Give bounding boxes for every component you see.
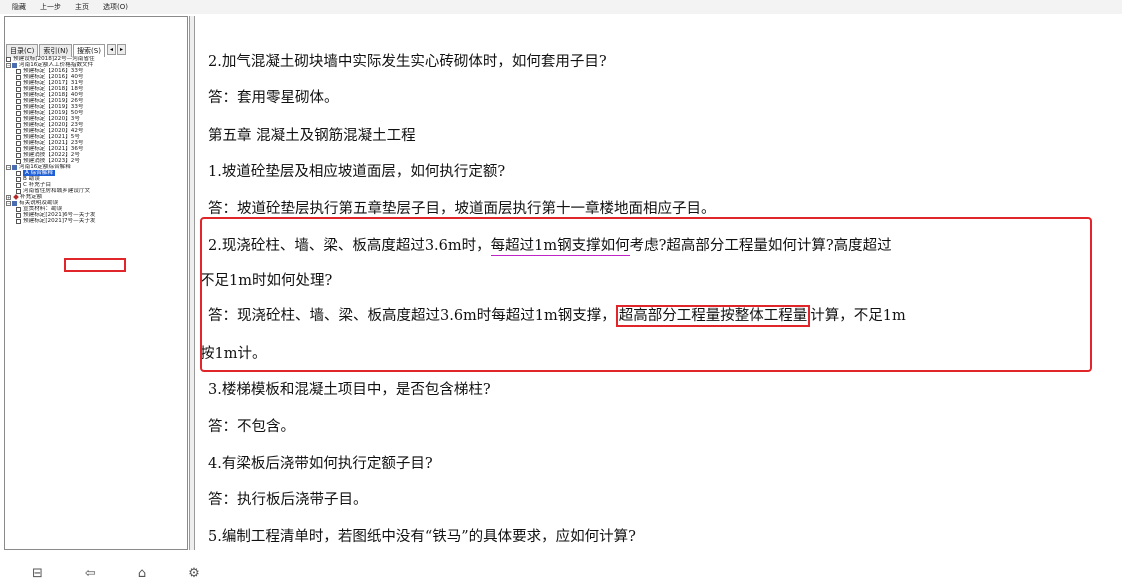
expand-icon[interactable]: − [6, 200, 11, 206]
page-icon [6, 56, 11, 62]
expand-icon[interactable]: − [6, 164, 11, 170]
page-icon [16, 140, 21, 146]
page-icon [16, 218, 21, 224]
paragraph: 答：执行板后浇带子目。 [208, 492, 368, 508]
page-icon [16, 152, 21, 158]
page-icon [16, 212, 21, 218]
page-icon [16, 68, 21, 74]
page-icon [16, 182, 21, 188]
bottom-toolbar: ⊟ ⇦ ⌂ ⚙ [0, 558, 1122, 588]
book-icon [12, 200, 17, 206]
paragraph: 答：套用零星砌体。 [208, 90, 339, 106]
page-icon [16, 122, 21, 128]
highlight-box [200, 217, 1092, 372]
page-icon [16, 104, 21, 110]
paragraph: 5.编制工程清单时，若图纸中没有“铁马”的具体要求，应如何计算? [208, 529, 636, 545]
contents-tree: 预建设标[2018]22号—河南省住 − 河南16定额人工价格指数文件 预建标定【… [6, 56, 182, 224]
options-icon[interactable]: ⚙ [188, 566, 200, 581]
selection-highlight-box [64, 258, 126, 272]
home-button[interactable]: 主页 [75, 2, 89, 12]
back-button[interactable]: 上一步 [40, 2, 61, 12]
paragraph: 3.楼梯模板和混凝土项目中，是否包含梯柱? [208, 382, 491, 398]
paragraph: 答：不包含。 [208, 419, 295, 435]
page-icon [16, 158, 21, 164]
back-icon[interactable]: ⇦ [85, 566, 96, 581]
paragraph: 答：坡道砼垫层执行第五章垫层子目，坡道面层执行第十一章楼地面相应子目。 [208, 201, 716, 217]
page-icon [16, 80, 21, 86]
diamond-icon [13, 194, 19, 200]
paragraph: 2.加气混凝土砌块墙中实际发生实心砖砌体时，如何套用子目? [208, 54, 607, 70]
expand-icon[interactable]: − [6, 62, 11, 68]
paragraph: 1.坡道砼垫层及相应坡道面层，如何执行定额? [208, 164, 506, 180]
page-icon [16, 134, 21, 140]
tab-scroll-left-icon[interactable]: ◂ [106, 44, 116, 55]
options-button[interactable]: 选项(O) [103, 2, 128, 12]
pane-splitter[interactable] [189, 16, 195, 550]
tree-item[interactable]: 预建标定[2021]7号—关于发 [6, 218, 182, 224]
home-icon[interactable]: ⌂ [138, 566, 146, 581]
page-icon [16, 86, 21, 92]
page-icon [16, 188, 21, 194]
page-icon [16, 206, 21, 212]
page-icon [16, 98, 21, 104]
section-heading: 第五章 混凝土及钢筋混凝土工程 [208, 128, 416, 144]
paragraph: 4.有梁板后浇带如何执行定额子目? [208, 456, 433, 472]
page-icon [16, 146, 21, 152]
page-icon [16, 92, 21, 98]
book-icon [12, 164, 17, 170]
hide-button[interactable]: 隐藏 [12, 2, 26, 12]
page-icon [16, 176, 21, 182]
expand-icon[interactable]: + [6, 194, 11, 200]
page-icon [16, 116, 21, 122]
book-icon [12, 62, 17, 68]
page-icon [16, 74, 21, 80]
tab-scroll-right-icon[interactable]: ▸ [116, 44, 126, 55]
page-icon [16, 128, 21, 134]
hide-icon[interactable]: ⊟ [32, 566, 43, 581]
page-icon [16, 170, 21, 176]
top-toolbar: 隐藏 上一步 主页 选项(O) [0, 0, 1122, 14]
page-icon [16, 110, 21, 116]
